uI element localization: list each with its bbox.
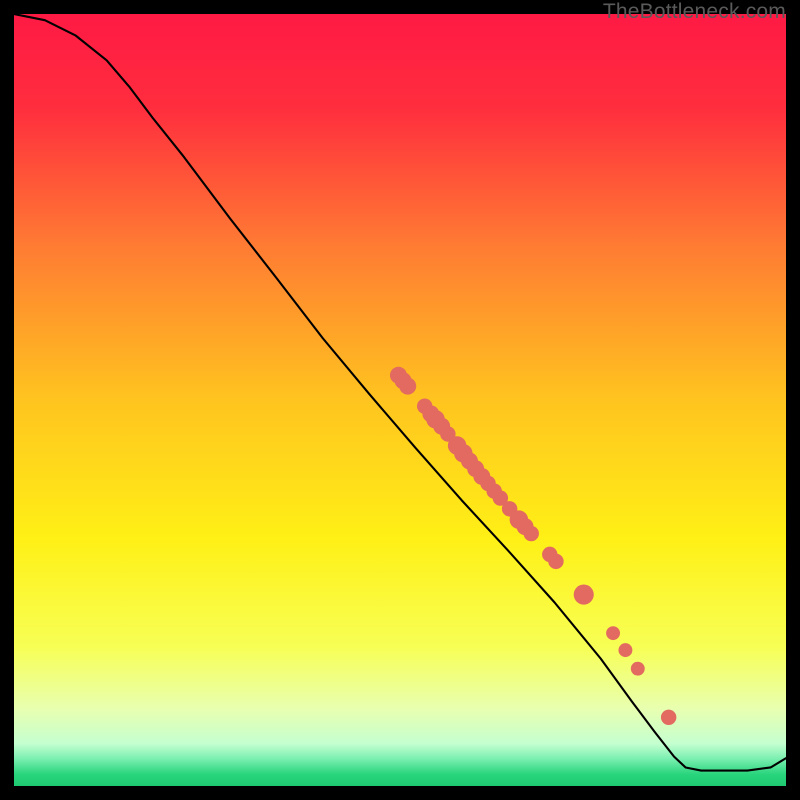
- data-marker: [631, 662, 645, 676]
- watermark-label: TheBottleneck.com: [603, 0, 786, 24]
- data-marker: [524, 526, 539, 541]
- chart-svg: [14, 14, 786, 786]
- data-marker: [618, 643, 632, 657]
- data-marker: [574, 585, 594, 605]
- plot-area: [14, 14, 786, 786]
- data-marker: [399, 378, 416, 395]
- data-marker: [548, 554, 563, 569]
- gradient-background: [14, 14, 786, 786]
- data-marker: [661, 710, 676, 725]
- data-marker: [606, 626, 620, 640]
- chart-container: TheBottleneck.com: [0, 0, 800, 800]
